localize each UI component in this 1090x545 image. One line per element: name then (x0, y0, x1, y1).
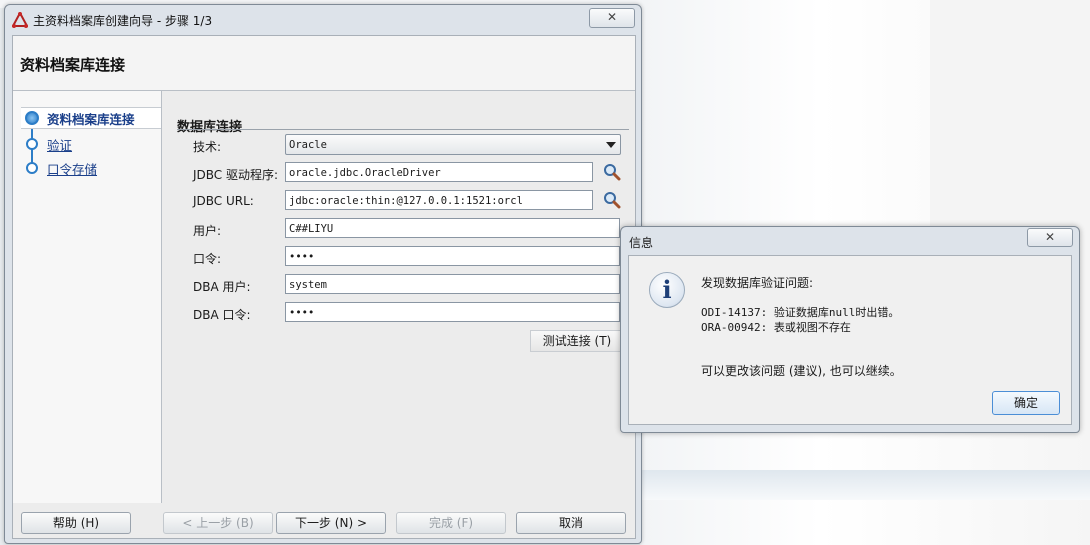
ok-button[interactable]: 确定 (992, 391, 1060, 415)
info-icon: i (649, 272, 685, 308)
jdbc-driver-input[interactable]: oracle.jdbc.OracleDriver (285, 162, 593, 182)
password-label: 口令: (193, 252, 222, 266)
step-icon (26, 138, 38, 150)
next-button[interactable]: 下一步 (N) > (276, 512, 386, 534)
jdbc-url-label: JDBC URL: (193, 194, 254, 208)
jdbc-driver-label: JDBC 驱动程序: (193, 168, 279, 182)
dba-user-input[interactable]: system (285, 274, 620, 294)
dialog-footer-text: 可以更改该问题 (建议), 也可以继续。 (701, 364, 902, 378)
dialog-body: i 发现数据库验证问题: ODI-14137: 验证数据库null时出错。 OR… (628, 255, 1072, 425)
odi-app-icon (12, 12, 28, 28)
dba-password-label: DBA 口令: (193, 308, 251, 322)
dialog-error-line-1: ODI-14137: 验证数据库null时出错。 (701, 306, 900, 319)
dialog-error-line-2: ORA-00942: 表或视图不存在 (701, 321, 851, 334)
wizard-window: 主资料档案库创建向导 - 步骤 1/3 ✕ 资料档案库连接 资料档案库连接 验证… (4, 4, 642, 544)
dialog-title: 信息 (629, 236, 654, 250)
section-title: 数据库连接 (177, 120, 243, 135)
section-divider (177, 129, 629, 130)
dba-password-input[interactable]: •••• (285, 302, 620, 322)
wizard-titlebar[interactable]: 主资料档案库创建向导 - 步骤 1/3 ✕ (5, 5, 641, 35)
finish-button[interactable]: 完成 (F) (396, 512, 506, 534)
technology-value: Oracle (289, 139, 327, 151)
technology-select[interactable]: Oracle (285, 134, 621, 155)
search-icon[interactable] (603, 163, 621, 181)
background-panel (930, 0, 1090, 230)
step-password-storage[interactable]: 口令存储 (21, 158, 161, 178)
wizard-close-button[interactable]: ✕ (589, 8, 635, 28)
help-button[interactable]: 帮助 (H) (21, 512, 131, 534)
step-icon (26, 162, 38, 174)
step-active-icon (25, 111, 39, 125)
page-title: 资料档案库连接 (20, 56, 126, 74)
step-label: 资料档案库连接 (47, 112, 135, 127)
page-header: 资料档案库连接 (13, 36, 635, 91)
dialog-close-button[interactable]: ✕ (1027, 228, 1073, 247)
wizard-title: 主资料档案库创建向导 - 步骤 1/3 (33, 14, 213, 28)
back-button[interactable]: < 上一步 (B) (163, 512, 273, 534)
test-connection-button[interactable]: 测试连接 (T) (530, 330, 624, 352)
dialog-heading: 发现数据库验证问题: (701, 276, 814, 290)
search-icon[interactable] (603, 191, 621, 209)
chevron-down-icon (606, 142, 616, 148)
steps-panel: 资料档案库连接 验证 口令存储 (13, 91, 162, 503)
info-dialog: 信息 ✕ i 发现数据库验证问题: ODI-14137: 验证数据库null时出… (620, 226, 1080, 433)
step-validation[interactable]: 验证 (21, 134, 161, 154)
jdbc-url-input[interactable]: jdbc:oracle:thin:@127.0.0.1:1521:orcl (285, 190, 593, 210)
user-input[interactable]: C##LIYU (285, 218, 620, 238)
user-label: 用户: (193, 224, 222, 238)
technology-label: 技术: (193, 140, 222, 154)
dba-user-label: DBA 用户: (193, 280, 251, 294)
step-repository-connection[interactable]: 资料档案库连接 (21, 107, 161, 129)
wizard-content: 资料档案库连接 资料档案库连接 验证 口令存储 数据库连接 技术: Oracle (12, 35, 636, 539)
password-input[interactable]: •••• (285, 246, 620, 266)
step-label: 口令存储 (47, 162, 98, 177)
step-label: 验证 (47, 138, 73, 153)
background-taskbar (640, 470, 1090, 500)
cancel-button[interactable]: 取消 (516, 512, 626, 534)
